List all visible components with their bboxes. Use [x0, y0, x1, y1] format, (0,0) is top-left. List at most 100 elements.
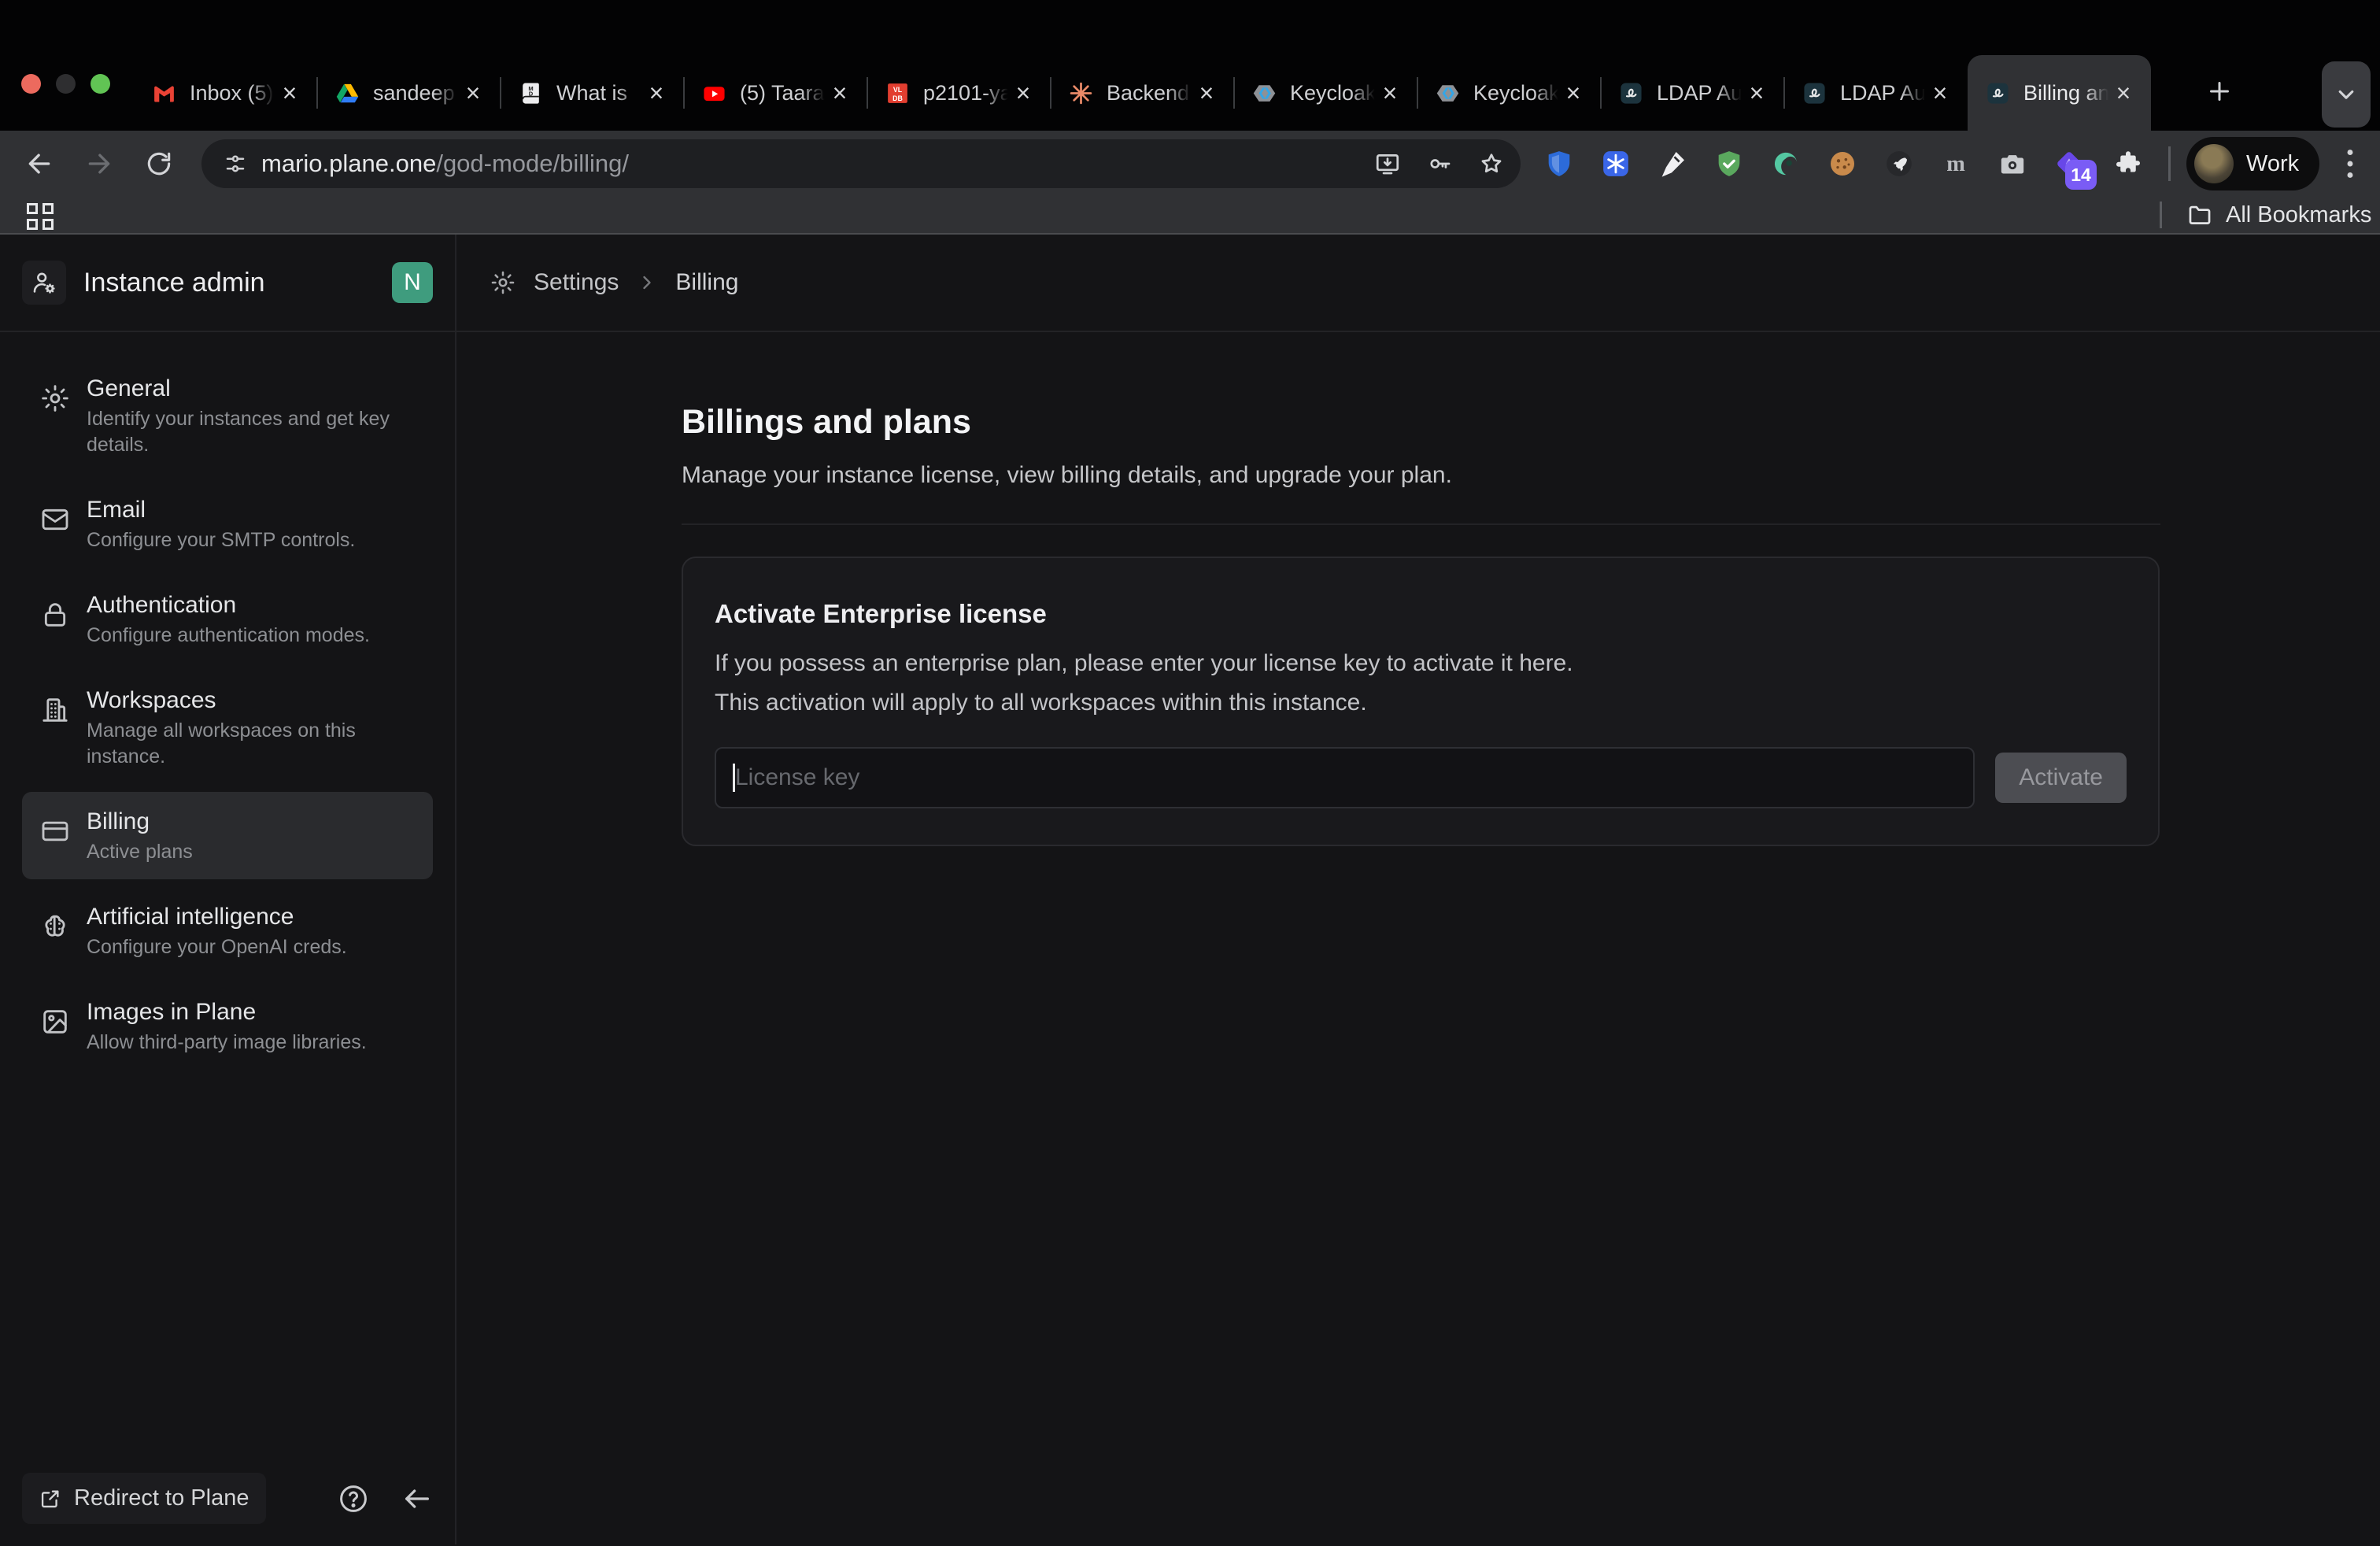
- extension-badge: 14: [2065, 160, 2097, 190]
- sidebar-item-workspaces[interactable]: WorkspacesManage all workspaces on this …: [22, 671, 433, 784]
- url-path: /god-mode/billing/: [436, 150, 629, 177]
- browser-tab-active[interactable]: Billing an×: [1968, 55, 2151, 131]
- tab-separator: [1417, 77, 1418, 109]
- user-avatar-badge[interactable]: N: [392, 262, 433, 303]
- m-letter-extension-icon[interactable]: m: [1938, 146, 1974, 182]
- sidebar-item-desc: Configure your OpenAI creds.: [87, 934, 347, 960]
- card-line-1: If you possess an enterprise plan, pleas…: [715, 648, 2127, 679]
- svg-text:D: D: [529, 90, 534, 97]
- help-button[interactable]: [337, 1482, 370, 1515]
- purple-diamond-extension-icon[interactable]: 14: [2051, 146, 2087, 182]
- tab-search-button[interactable]: [2322, 61, 2371, 128]
- tab-label: sandeep: [373, 81, 460, 105]
- back-button[interactable]: [17, 142, 61, 186]
- swirl-extension-icon[interactable]: [1768, 146, 1804, 182]
- card-title: Activate Enterprise license: [715, 599, 2127, 629]
- sidebar-item-email[interactable]: EmailConfigure your SMTP controls.: [22, 480, 433, 568]
- card-icon: [39, 816, 71, 847]
- card-line-2: This activation will apply to all worksp…: [715, 687, 2127, 719]
- tab-close-icon[interactable]: ×: [1743, 80, 1770, 106]
- main-area: Settings Billing Billings and plans Mana…: [456, 235, 2380, 1544]
- puzzle-icon: [2114, 150, 2142, 178]
- bookmark-star-icon[interactable]: [1478, 150, 1505, 177]
- bookmarks-divider: [2160, 202, 2162, 228]
- sidebar-item-title: Authentication: [87, 590, 370, 621]
- plus-icon: [2205, 77, 2234, 105]
- browser-tab[interactable]: sandeep×: [317, 55, 501, 131]
- vldb-favicon: VLDB: [885, 80, 911, 106]
- user-gear-icon: [31, 269, 57, 296]
- drive-favicon: [334, 80, 360, 106]
- minimize-window-button[interactable]: [56, 74, 76, 94]
- close-window-button[interactable]: [21, 74, 41, 94]
- address-bar[interactable]: mario.plane.one/god-mode/billing/: [201, 139, 1521, 188]
- browser-tab[interactable]: MDWhat is×: [501, 55, 684, 131]
- sidebar-item-artificial-intelligence[interactable]: Artificial intelligenceConfigure your Op…: [22, 887, 433, 975]
- tab-close-icon[interactable]: ×: [643, 80, 670, 106]
- book-favicon: MD: [518, 80, 544, 106]
- sidebar-item-images-in-plane[interactable]: Images in PlaneAllow third-party image l…: [22, 982, 433, 1070]
- browser-tab[interactable]: Inbox (5)×: [134, 55, 317, 131]
- zoom-window-button[interactable]: [91, 74, 110, 94]
- profile-chip[interactable]: Work: [2186, 137, 2319, 190]
- bookmarks-bar: All Bookmarks: [0, 197, 2380, 235]
- plane-admin-page: Instance admin N GeneralIdentify your in…: [0, 235, 2380, 1544]
- collapse-sidebar-button[interactable]: [401, 1483, 433, 1515]
- browser-tab[interactable]: Backend×: [1051, 55, 1234, 131]
- tab-close-icon[interactable]: ×: [826, 80, 853, 106]
- arrow-right-icon: [83, 148, 115, 179]
- tab-close-icon[interactable]: ×: [276, 80, 303, 106]
- arrow-left-icon: [24, 148, 55, 179]
- chevron-right-icon: [636, 272, 658, 294]
- tab-label: LDAP Au: [1657, 81, 1743, 105]
- mail-icon: [39, 504, 71, 535]
- text-caret: [733, 764, 735, 792]
- all-bookmarks-label: All Bookmarks: [2226, 202, 2371, 228]
- browser-tab[interactable]: Keycloak×: [1417, 55, 1601, 131]
- tab-separator: [1783, 77, 1785, 109]
- tab-close-icon[interactable]: ×: [2110, 80, 2137, 106]
- extensions-button[interactable]: [2106, 142, 2150, 186]
- browser-tab[interactable]: LDAP Au×: [1601, 55, 1784, 131]
- site-settings-icon[interactable]: [224, 152, 247, 176]
- tab-close-icon[interactable]: ×: [460, 80, 486, 106]
- shield-blue-extension-icon[interactable]: [1541, 146, 1577, 182]
- license-key-input[interactable]: [715, 747, 1975, 808]
- forward-button[interactable]: [77, 142, 121, 186]
- install-app-icon[interactable]: [1374, 150, 1401, 177]
- cookie-extension-icon[interactable]: [1824, 146, 1861, 182]
- enterprise-license-card: Activate Enterprise license If you posse…: [682, 557, 2160, 846]
- sidebar-item-title: Artificial intelligence: [87, 901, 347, 933]
- snowflake-extension-icon[interactable]: [1598, 146, 1634, 182]
- sidebar-item-authentication[interactable]: AuthenticationConfigure authentication m…: [22, 575, 433, 663]
- building-icon: [39, 694, 71, 726]
- password-key-icon[interactable]: [1426, 150, 1453, 177]
- activate-button[interactable]: Activate: [1995, 753, 2127, 803]
- instance-admin-icon[interactable]: [22, 261, 66, 305]
- browser-tab[interactable]: VLDBp2101-ya×: [867, 55, 1051, 131]
- browser-tab[interactable]: (5) Taara×: [684, 55, 867, 131]
- tab-close-icon[interactable]: ×: [1927, 80, 1953, 106]
- sidebar-item-title: Billing: [87, 806, 193, 838]
- pen-extension-icon[interactable]: [1654, 146, 1691, 182]
- browser-tab[interactable]: Keycloak×: [1234, 55, 1417, 131]
- tab-close-icon[interactable]: ×: [1377, 80, 1403, 106]
- reload-button[interactable]: [137, 142, 181, 186]
- plane-favicon: [1802, 80, 1828, 106]
- redirect-to-plane-button[interactable]: Redirect to Plane: [22, 1473, 266, 1524]
- camera-extension-icon[interactable]: [1994, 146, 2031, 182]
- tab-close-icon[interactable]: ×: [1560, 80, 1587, 106]
- sidebar-item-general[interactable]: GeneralIdentify your instances and get k…: [22, 359, 433, 472]
- breadcrumb-settings[interactable]: Settings: [534, 269, 619, 296]
- tab-close-icon[interactable]: ×: [1193, 80, 1220, 106]
- all-bookmarks-button[interactable]: All Bookmarks: [2186, 197, 2371, 233]
- sidebar-item-billing[interactable]: BillingActive plans: [22, 792, 433, 879]
- apps-grid-icon[interactable]: [27, 203, 54, 230]
- tab-close-icon[interactable]: ×: [1010, 80, 1037, 106]
- shield-green-extension-icon[interactable]: [1711, 146, 1747, 182]
- browser-menu-button[interactable]: [2336, 143, 2364, 184]
- browser-tab[interactable]: LDAP Au×: [1784, 55, 1968, 131]
- svg-text:m: m: [1946, 152, 1965, 176]
- rocket-extension-icon[interactable]: [1881, 146, 1917, 182]
- new-tab-button[interactable]: [2194, 66, 2245, 117]
